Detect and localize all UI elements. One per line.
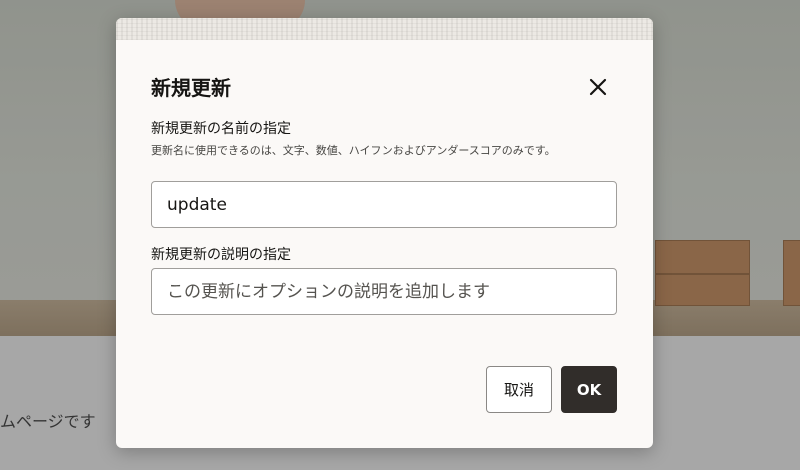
update-name-input[interactable] bbox=[151, 181, 617, 228]
cancel-button[interactable]: 取消 bbox=[486, 366, 552, 413]
name-field-help-text: 更新名に使用できるのは、文字、数値、ハイフンおよびアンダースコアのみです。 bbox=[151, 144, 556, 157]
close-button[interactable] bbox=[584, 73, 612, 101]
ok-button[interactable]: OK bbox=[561, 366, 617, 413]
name-field-label: 新規更新の名前の指定 bbox=[151, 121, 291, 137]
close-icon bbox=[589, 78, 607, 96]
dialog-title: 新規更新 bbox=[151, 76, 231, 100]
new-update-dialog: 新規更新 新規更新の名前の指定 更新名に使用できるのは、文字、数値、ハイフンおよ… bbox=[116, 18, 653, 448]
update-description-input[interactable] bbox=[151, 268, 617, 315]
dialog-header-texture bbox=[116, 18, 653, 40]
description-field-label: 新規更新の説明の指定 bbox=[151, 247, 291, 263]
